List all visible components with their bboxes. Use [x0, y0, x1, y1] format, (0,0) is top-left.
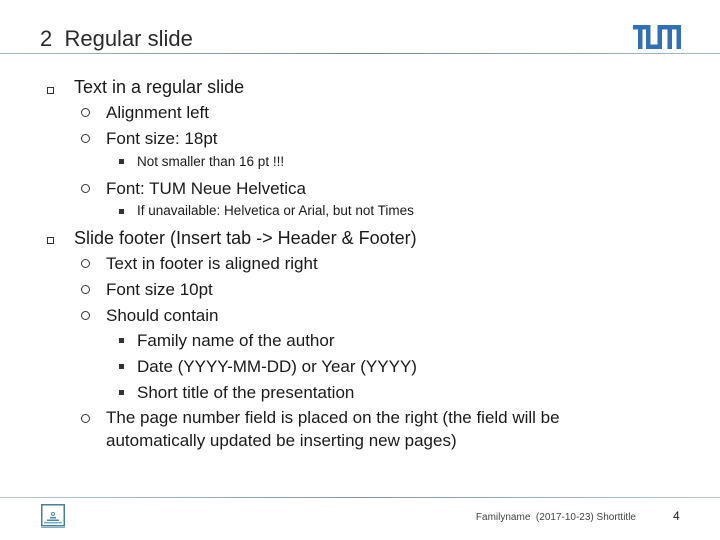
bullet-text: Slide footer (Insert tab -> Header & Foo…	[74, 228, 417, 248]
bullet-text: Family name of the author	[137, 331, 335, 350]
footer-text: Familyname (2017-10-23) Shorttitle	[475, 512, 636, 523]
bullet-text-continuation: automatically updated be inserting new p…	[106, 431, 457, 450]
bullet-small-square-icon	[119, 159, 124, 164]
tum-building-icon	[41, 504, 65, 528]
page-number: 4	[673, 509, 680, 523]
tum-logo-icon	[633, 25, 681, 49]
bullet-text: Font size 10pt	[106, 280, 213, 299]
bullet-circle-icon	[81, 134, 90, 143]
bullet-circle-icon	[81, 414, 90, 423]
bullet-text: If unavailable: Helvetica or Arial, but …	[137, 203, 414, 218]
bullet-small-square-icon	[119, 364, 124, 369]
bullet-small-square-icon	[119, 390, 124, 395]
bullet-text: Alignment left	[106, 103, 209, 122]
bullet-small-square-icon	[119, 338, 124, 343]
bullet-text: Font: TUM Neue Helvetica	[106, 179, 306, 198]
bullet-circle-icon	[81, 259, 90, 268]
header-divider	[0, 53, 720, 54]
slide-title: 2 Regular slide	[40, 26, 193, 51]
bullet-square-icon	[47, 237, 54, 244]
bullet-circle-icon	[81, 311, 90, 320]
bullet-circle-icon	[81, 184, 90, 193]
bullet-text: Not smaller than 16 pt !!!	[137, 154, 285, 169]
bullet-text: Short title of the presentation	[137, 383, 355, 402]
bullet-square-icon	[47, 87, 54, 94]
bullet-text: Font size: 18pt	[106, 129, 218, 148]
bullet-circle-icon	[81, 285, 90, 294]
footer-divider	[0, 497, 720, 498]
bullet-text: Text in a regular slide	[74, 77, 245, 97]
bullet-text: The page number field is placed on the r…	[106, 408, 560, 427]
bullet-text: Should contain	[106, 306, 219, 325]
bullet-text: Text in footer is aligned right	[106, 254, 318, 273]
bullet-circle-icon	[81, 108, 90, 117]
bullet-small-square-icon	[119, 209, 124, 214]
bullet-text: Date (YYYY-MM-DD) or Year (YYYY)	[137, 357, 417, 376]
